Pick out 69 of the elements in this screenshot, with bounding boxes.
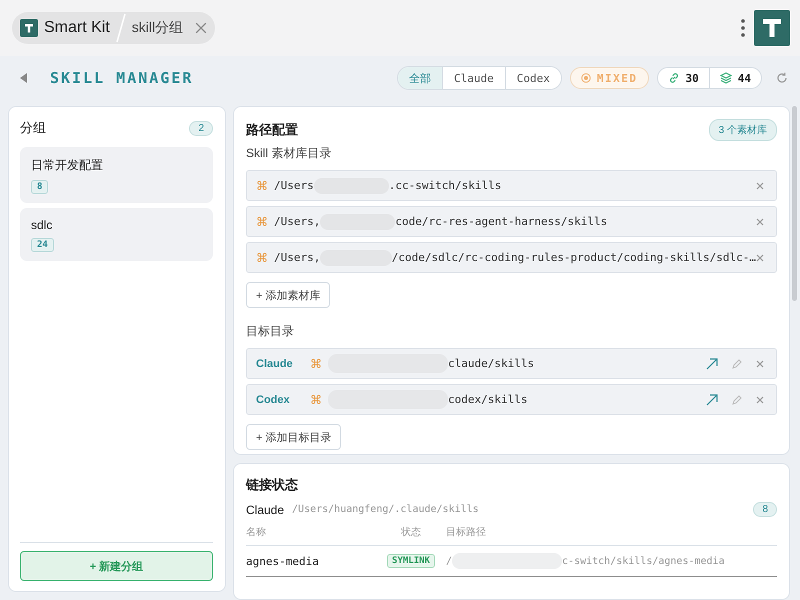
page-title: SKILL MANAGER (50, 69, 194, 87)
agent-path: /Users/huangfeng/.claude/skills (292, 504, 479, 516)
add-target-button[interactable]: + 添加目标目录 (246, 424, 342, 450)
group-item[interactable]: sdlc 24 (20, 208, 213, 261)
section-title: 路径配置 (246, 121, 298, 139)
section-label: Skill 素材库目录 (246, 145, 332, 162)
link-count: 30 (686, 72, 699, 84)
path-text: claude/skills (448, 357, 534, 370)
layer-count: 44 (738, 72, 751, 84)
pencil-icon[interactable] (732, 358, 742, 368)
path-text: /Users, (274, 215, 320, 228)
table-cell-text: agnes-media (246, 554, 320, 568)
column-header: 名称 (246, 526, 267, 540)
radio-dot-icon (580, 73, 591, 83)
command-glyph: ⌘ (256, 250, 268, 264)
mode-label: MIXED (596, 72, 638, 84)
close-icon[interactable] (756, 182, 764, 190)
filter-tab[interactable]: Codex (504, 67, 561, 89)
status-badge: SYMLINK (387, 554, 435, 568)
panel-title: 分组 (20, 119, 46, 137)
close-icon[interactable] (195, 22, 208, 34)
filter-tab[interactable]: 全部 (398, 67, 442, 89)
count-badge: 2 (189, 120, 213, 136)
scrollbar[interactable] (792, 106, 797, 301)
column-header: 目标路径 (446, 526, 487, 540)
section-title: 链接状态 (246, 476, 299, 494)
group-name: 日常开发配置 (31, 157, 103, 174)
refresh-icon[interactable] (776, 72, 788, 84)
agent-name: Claude (246, 502, 284, 517)
command-glyph: ⌘ (256, 214, 268, 228)
page-name: skill分组 (132, 19, 184, 37)
close-icon[interactable] (756, 360, 764, 368)
group-item[interactable]: 日常开发配置 8 (20, 147, 213, 203)
open-arrow-icon[interactable] (706, 358, 718, 370)
app-name: Smart Kit (44, 19, 110, 37)
target-name: Claude (256, 358, 294, 370)
section-label: 目标目录 (246, 323, 295, 340)
more-icon[interactable] (740, 18, 746, 38)
count-badge: 3 个素材库 (708, 119, 777, 141)
close-icon[interactable] (756, 254, 764, 262)
app-tab[interactable]: Smart Kit skill分组 (12, 12, 216, 44)
table-cell: c-switch/skills/agnes-media (562, 556, 725, 567)
hammer-app-icon[interactable] (754, 10, 790, 46)
command-glyph: ⌘ (256, 178, 268, 192)
path-text: code/rc-res-agent-harness/skills (395, 215, 608, 228)
count-badge: 8 (753, 502, 777, 518)
group-name: sdlc (31, 218, 52, 232)
close-icon[interactable] (756, 218, 764, 226)
path-text: /Users, (274, 251, 320, 264)
close-icon[interactable] (756, 396, 764, 404)
path-text: /code/sdlc/rc-coding-rules-product/coding-skills/sdlc-… (392, 251, 756, 264)
path-text: .cc-switch/skills (388, 179, 502, 192)
layers-icon (720, 72, 732, 84)
table-cell: / (446, 556, 452, 567)
command-glyph: ⌘ (310, 392, 322, 406)
pencil-icon[interactable] (732, 394, 742, 404)
hammer-logo-icon (20, 19, 38, 37)
add-library-button[interactable]: + 添加素材库 (246, 282, 330, 308)
count-badge: 8 (31, 180, 48, 194)
column-header: 状态 (400, 526, 422, 540)
link-icon (668, 72, 680, 84)
count-badge: 24 (31, 238, 54, 252)
target-name: Codex (256, 394, 291, 406)
path-text: codex/skills (448, 393, 528, 406)
slash-divider-icon (116, 13, 126, 43)
path-text: /Users (274, 179, 314, 192)
back-caret-icon[interactable] (20, 73, 28, 83)
open-arrow-icon[interactable] (706, 394, 718, 406)
command-glyph: ⌘ (310, 356, 322, 370)
